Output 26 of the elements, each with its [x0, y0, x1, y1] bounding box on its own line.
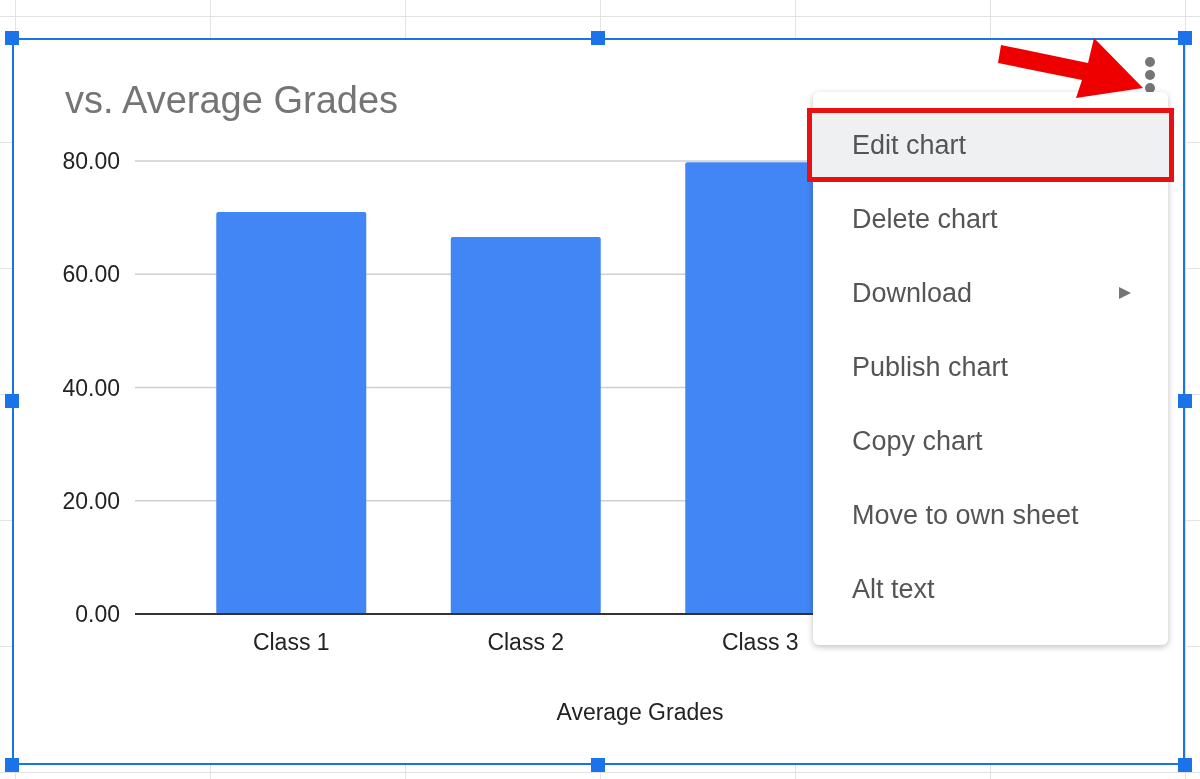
axis-label: 60.00	[61, 260, 120, 287]
axis-title: Average Grades	[555, 698, 724, 725]
axis-label: Class 3	[721, 628, 799, 655]
axis-label: Class 2	[486, 628, 564, 655]
resize-handle[interactable]	[1178, 31, 1192, 45]
resize-handle[interactable]	[5, 758, 19, 772]
more-options-icon[interactable]	[1144, 56, 1156, 94]
menu-item[interactable]: Download	[813, 256, 1168, 330]
resize-handle[interactable]	[5, 31, 19, 45]
axis-label: 0.00	[74, 600, 120, 627]
resize-handle[interactable]	[1178, 394, 1192, 408]
resize-handle[interactable]	[1178, 758, 1192, 772]
axis-label: 20.00	[61, 487, 120, 514]
menu-item[interactable]: Move to own sheet	[813, 478, 1168, 552]
axis-label: Class 1	[252, 628, 330, 655]
menu-item[interactable]: Edit chart	[807, 108, 1174, 182]
chart-title: vs. Average Grades	[64, 78, 398, 121]
menu-item[interactable]: Alt text	[813, 552, 1168, 626]
menu-item[interactable]: Publish chart	[813, 330, 1168, 404]
axis-label: 40.00	[61, 374, 120, 400]
resize-handle[interactable]	[591, 758, 605, 772]
axis-label: 80.00	[61, 147, 120, 174]
resize-handle[interactable]	[5, 394, 19, 408]
menu-item[interactable]: Delete chart	[813, 182, 1168, 256]
resize-handle[interactable]	[591, 31, 605, 45]
menu-item[interactable]: Copy chart	[813, 404, 1168, 478]
